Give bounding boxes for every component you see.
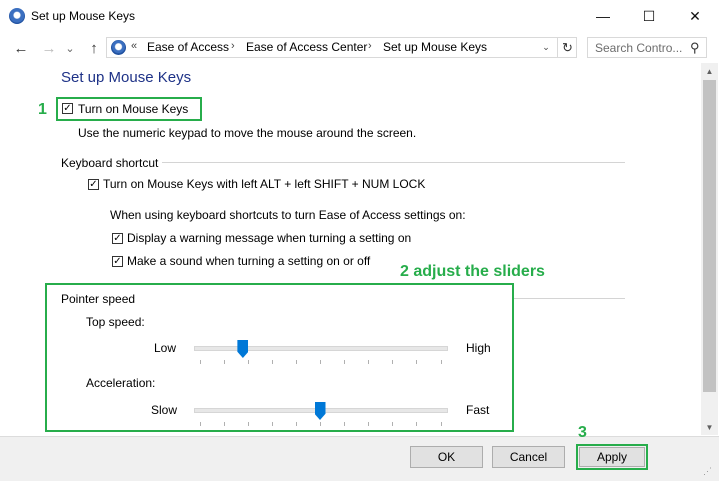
top-speed-slider[interactable]: [194, 338, 448, 366]
check-icon: ✓: [113, 255, 122, 267]
warning-message-label[interactable]: Display a warning message when turning a…: [127, 231, 411, 245]
top-speed-label: Top speed:: [86, 315, 145, 329]
slider-track: [194, 346, 448, 351]
acceleration-slow-label: Slow: [151, 403, 178, 417]
minimize-button[interactable]: —: [580, 0, 626, 32]
slider-tick: [320, 422, 321, 426]
turn-on-mouse-keys-checkbox[interactable]: ✓: [62, 103, 73, 114]
resize-grip-icon[interactable]: ⋰: [703, 466, 715, 478]
slider-tick: [392, 360, 394, 364]
breadcrumb-ease-of-access[interactable]: Ease of Access: [147, 40, 229, 54]
apply-button[interactable]: Apply: [579, 447, 645, 467]
maximize-button[interactable]: ☐: [626, 0, 672, 32]
breadcrumb-ease-of-access-center[interactable]: Ease of Access Center: [246, 40, 367, 54]
slider-tick: [295, 360, 297, 364]
slider-tick: [344, 360, 346, 364]
ok-button[interactable]: OK: [410, 446, 483, 468]
chevron-right-icon[interactable]: ›: [368, 40, 372, 52]
up-arrow-icon[interactable]: ↑: [84, 40, 104, 57]
slider-tick: [320, 360, 321, 364]
title-bar: Set up Mouse Keys — ☐ ✕: [0, 0, 719, 32]
warning-message-checkbox[interactable]: ✓: [112, 233, 123, 244]
slider-tick: [247, 422, 249, 426]
slider-tick: [199, 422, 201, 426]
close-button[interactable]: ✕: [672, 0, 718, 32]
slider-tick: [223, 360, 225, 364]
check-icon: ✓: [89, 178, 98, 190]
back-arrow-icon[interactable]: ←: [11, 40, 31, 57]
slider-tick: [271, 422, 273, 426]
shortcut-checkbox[interactable]: ✓: [88, 179, 99, 190]
make-sound-checkbox[interactable]: ✓: [112, 256, 123, 267]
make-sound-label[interactable]: Make a sound when turning a setting on o…: [127, 254, 370, 268]
section-divider: [162, 162, 625, 163]
chevron-right-icon[interactable]: ›: [231, 40, 235, 52]
page-title: Set up Mouse Keys: [61, 69, 192, 86]
acceleration-fast-label: Fast: [466, 403, 490, 417]
slider-tick: [247, 360, 249, 364]
keyboard-shortcut-heading: Keyboard shortcut: [61, 156, 159, 170]
ease-of-access-icon: [9, 8, 25, 24]
search-box[interactable]: Search Contro... ⚲: [587, 37, 707, 58]
slider-tick: [271, 360, 273, 364]
slider-thumb[interactable]: [237, 340, 249, 358]
refresh-icon[interactable]: ↻: [557, 38, 577, 57]
slider-tick: [440, 422, 442, 426]
search-input[interactable]: Search Contro...: [595, 41, 682, 55]
window-title: Set up Mouse Keys: [31, 9, 136, 23]
check-icon: ✓: [113, 232, 122, 244]
check-icon: ✓: [63, 102, 72, 114]
top-speed-high-label: High: [466, 341, 491, 355]
top-speed-low-label: Low: [154, 341, 177, 355]
slider-tick: [440, 360, 442, 364]
breadcrumb-overflow[interactable]: «: [131, 40, 137, 52]
step3-number: 3: [578, 424, 587, 441]
scroll-down-icon[interactable]: ▼: [701, 419, 718, 435]
scrollbar-thumb[interactable]: [703, 80, 716, 392]
vertical-scrollbar[interactable]: ▲ ▼: [701, 63, 718, 435]
shortcut-sub-heading: When using keyboard shortcuts to turn Ea…: [110, 208, 466, 222]
slider-tick: [416, 360, 418, 364]
slider-thumb[interactable]: [314, 402, 326, 420]
section-divider: [514, 298, 625, 299]
breadcrumb-set-up-mouse-keys[interactable]: Set up Mouse Keys: [383, 40, 487, 54]
slider-tick: [368, 360, 370, 364]
address-bar[interactable]: « Ease of Access › Ease of Access Center…: [106, 37, 577, 58]
cancel-button[interactable]: Cancel: [492, 446, 565, 468]
search-icon[interactable]: ⚲: [690, 40, 700, 56]
slider-tick: [416, 422, 418, 426]
scroll-up-icon[interactable]: ▲: [701, 63, 718, 79]
turn-on-description: Use the numeric keypad to move the mouse…: [78, 126, 417, 140]
slider-tick: [368, 422, 370, 426]
chevron-down-icon[interactable]: ⌄: [538, 38, 554, 57]
slider-tick: [392, 422, 394, 426]
step2-label: 2 adjust the sliders: [400, 263, 545, 280]
step1-number: 1: [38, 101, 47, 118]
acceleration-slider[interactable]: [194, 400, 448, 428]
forward-arrow-icon[interactable]: →: [39, 40, 59, 57]
slider-tick: [223, 422, 225, 426]
recent-locations-icon[interactable]: ⌄: [63, 40, 77, 56]
pointer-speed-heading: Pointer speed: [61, 292, 136, 306]
acceleration-label: Acceleration:: [86, 376, 156, 390]
control-panel-icon: [111, 40, 126, 55]
turn-on-mouse-keys-label[interactable]: Turn on Mouse Keys: [78, 102, 188, 116]
shortcut-label[interactable]: Turn on Mouse Keys with left ALT + left …: [103, 177, 425, 191]
slider-tick: [344, 422, 346, 426]
slider-tick: [295, 422, 297, 426]
slider-tick: [199, 360, 201, 364]
